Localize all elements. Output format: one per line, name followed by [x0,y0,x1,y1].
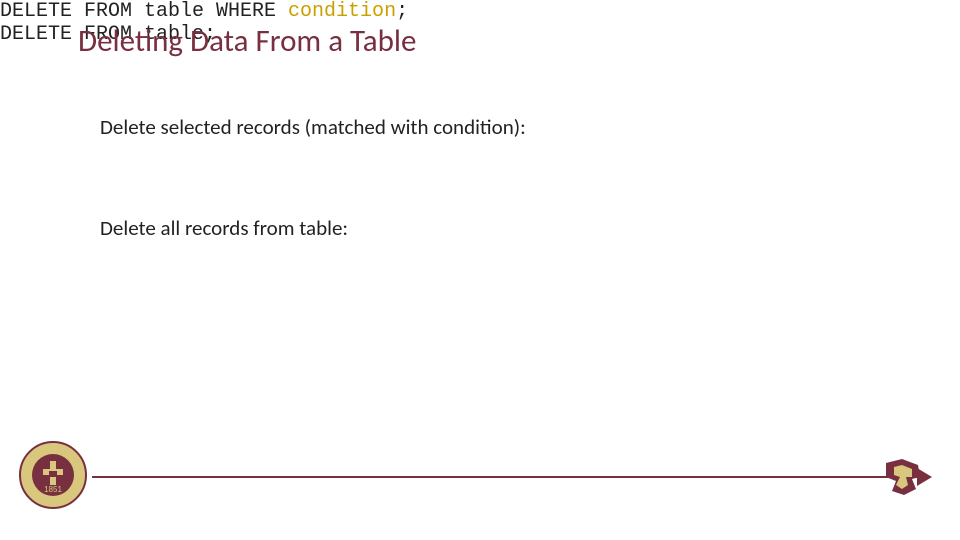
code-delete-where: DELETE FROM table WHERE condition; [0,0,960,23]
paragraph-delete-all: Delete all records from table: [100,215,348,241]
paragraph-delete-selected: Delete selected records (matched with co… [100,114,526,140]
code-segment-semicolon: ; [396,0,408,23]
seal-year: 1851 [44,485,62,494]
slide-title: Deleting Data From a Table [78,22,416,60]
mascot-icon [882,457,924,499]
code-segment-condition: condition [288,0,396,23]
university-seal-icon: 1851 [18,440,88,510]
code-segment-keyword: DELETE FROM table WHERE [0,0,288,23]
divider-line [92,476,920,478]
slide: Deleting Data From a Table Delete select… [0,0,960,540]
